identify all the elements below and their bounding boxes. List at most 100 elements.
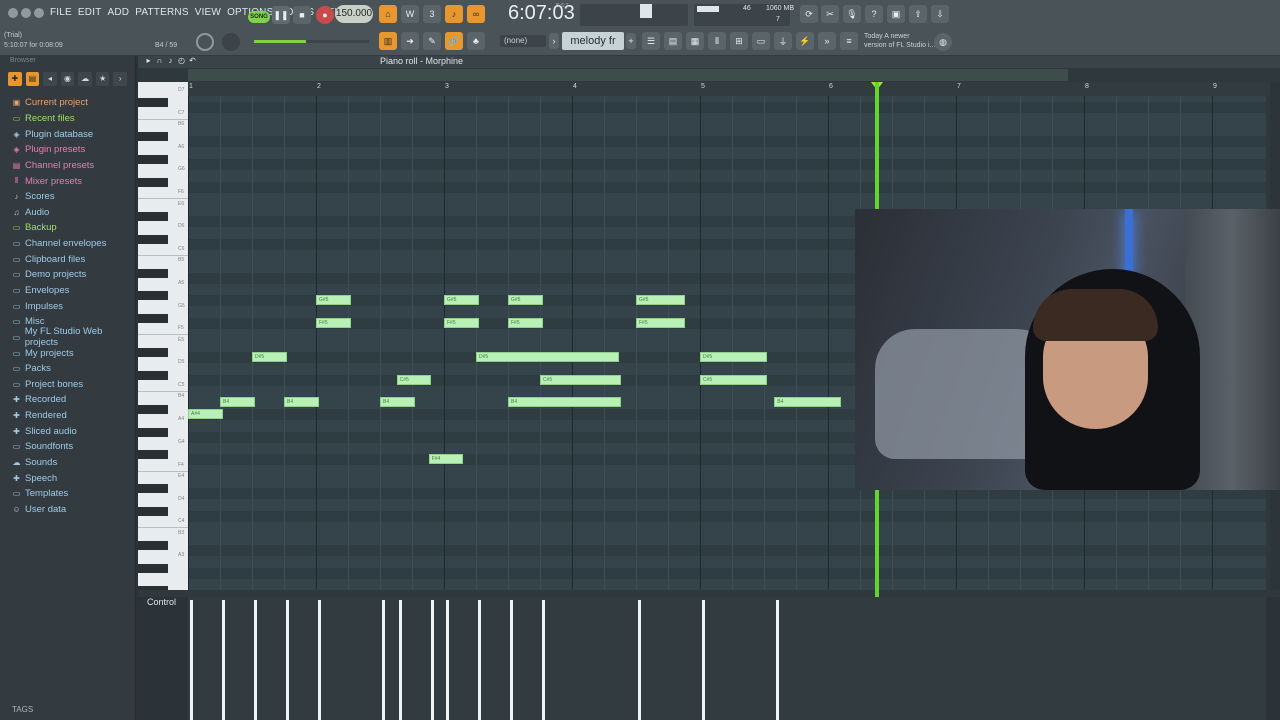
browser-plugin-icon[interactable]: ◉ xyxy=(60,72,75,86)
black-key[interactable] xyxy=(138,132,168,142)
master-volume-slider[interactable] xyxy=(640,4,652,18)
midi-note[interactable]: B4 xyxy=(284,397,319,408)
tempo-display[interactable]: 150.000 xyxy=(335,5,373,23)
browser-item[interactable]: ▭ Recent files xyxy=(12,111,135,127)
mixer-icon[interactable]: ▤ xyxy=(664,32,682,50)
black-key[interactable] xyxy=(138,404,168,414)
main-pitch-knob-icon[interactable] xyxy=(196,33,214,51)
bar-number[interactable]: 9 xyxy=(1213,83,1217,90)
bar-number[interactable]: 8 xyxy=(1085,83,1089,90)
browser-item[interactable]: ◈ Plugin presets xyxy=(12,142,135,158)
channel-rack-icon[interactable]: ▦ xyxy=(686,32,704,50)
menu-view[interactable]: VIEW xyxy=(195,7,221,18)
browser-item[interactable]: ▭ Channel envelopes xyxy=(12,236,135,252)
black-key[interactable] xyxy=(138,348,168,358)
browser-item[interactable]: ✚ Sliced audio xyxy=(12,423,135,439)
browser-files-icon[interactable]: ▤ xyxy=(25,72,40,86)
velocity-bar[interactable] xyxy=(638,600,641,720)
browser-all-icon[interactable]: ✚ xyxy=(8,72,22,86)
browser-item[interactable]: ▭ Backup xyxy=(12,220,135,236)
song-mode-toggle[interactable]: SONG xyxy=(248,11,270,23)
download-icon[interactable]: ⇩ xyxy=(931,5,949,23)
midi-note[interactable]: B4 xyxy=(220,397,255,408)
countdown-icon[interactable]: 3 xyxy=(423,5,441,23)
midi-note[interactable]: G#5 xyxy=(636,295,685,306)
browser-item[interactable]: ✚ Speech xyxy=(12,470,135,486)
add-pattern-icon[interactable]: + xyxy=(626,33,636,49)
browser-item[interactable]: ▭ Packs xyxy=(12,361,135,377)
save-icon[interactable]: ▣ xyxy=(887,5,905,23)
pause-icon[interactable]: ❚❚ xyxy=(272,6,290,24)
menu-file[interactable]: FILE xyxy=(50,7,72,18)
bar-number[interactable]: 2 xyxy=(317,83,321,90)
midi-note[interactable]: F#5 xyxy=(508,318,543,328)
black-key[interactable] xyxy=(138,586,168,590)
tags-label[interactable]: TAGS xyxy=(12,705,33,714)
browser-star-icon[interactable]: ★ xyxy=(95,72,110,86)
velocity-bar[interactable] xyxy=(776,600,780,720)
browser-item[interactable]: ⫴ Mixer presets xyxy=(12,173,135,189)
bar-number[interactable]: 1 xyxy=(189,83,193,90)
stop-icon[interactable]: ■ xyxy=(293,6,311,24)
plug-icon[interactable]: ⏚ xyxy=(774,32,792,50)
black-key[interactable] xyxy=(138,314,168,323)
news-icon[interactable]: ≡ xyxy=(840,32,858,50)
step-edit-icon[interactable]: ♪ xyxy=(445,5,463,23)
piano-roll-icon[interactable]: ▥ xyxy=(379,32,397,50)
velocity-bar[interactable] xyxy=(542,600,545,720)
link-icon[interactable]: 🔗 xyxy=(445,32,463,50)
velocity-bar[interactable] xyxy=(254,600,257,720)
browser-item[interactable]: ◈ Plugin database xyxy=(12,126,135,142)
pattern-selector[interactable]: (none) xyxy=(500,35,546,47)
midi-note[interactable]: B4 xyxy=(380,397,415,408)
browser-item[interactable]: ▭ Templates xyxy=(12,486,135,502)
midi-note[interactable]: F#4 xyxy=(428,454,464,465)
black-key[interactable] xyxy=(138,484,168,494)
sliders-icon[interactable]: ⫴ xyxy=(708,32,726,50)
browser-item[interactable]: ▭ Impulses xyxy=(12,298,135,314)
black-key[interactable] xyxy=(138,155,168,165)
black-key[interactable] xyxy=(138,450,168,460)
tree-icon[interactable]: ⊞ xyxy=(730,32,748,50)
pencil-icon[interactable]: ✎ xyxy=(423,32,441,50)
browser-item[interactable]: ▤ Channel presets xyxy=(12,158,135,174)
midi-note[interactable]: G#5 xyxy=(508,295,543,306)
black-key[interactable] xyxy=(138,291,168,301)
black-key[interactable] xyxy=(138,211,168,221)
bar-number[interactable]: 6 xyxy=(829,83,833,90)
black-key[interactable] xyxy=(138,541,168,550)
velocity-bar[interactable] xyxy=(190,600,193,720)
black-key[interactable] xyxy=(138,427,168,437)
control-label[interactable]: Control xyxy=(147,597,176,607)
export-icon[interactable]: ⇪ xyxy=(909,5,927,23)
wand-icon[interactable]: ⚡ xyxy=(796,32,814,50)
cut-icon[interactable]: ✂ xyxy=(821,5,839,23)
black-key[interactable] xyxy=(138,98,168,108)
prev-arrow-icon[interactable]: › xyxy=(549,33,559,49)
window-dot-icon[interactable] xyxy=(34,8,44,18)
stamp-icon[interactable]: ♣ xyxy=(467,32,485,50)
refresh-icon[interactable]: ⟳ xyxy=(800,5,818,23)
browser-cloud-icon[interactable]: ☁ xyxy=(78,72,92,86)
midi-note[interactable]: D#5 xyxy=(252,352,287,363)
black-key[interactable] xyxy=(138,268,168,278)
velocity-bar[interactable] xyxy=(430,600,434,720)
menu-edit[interactable]: EDIT xyxy=(78,7,102,18)
piano-keyboard[interactable]: D7 C7 B6 A6 G6 F6 E6 D6 C6 B5 A5 G5 F5 E5 D5 C5 B4 A4 G4 F4… xyxy=(138,82,188,590)
browser-item[interactable]: ✚ Recorded xyxy=(12,392,135,408)
browser-item[interactable]: ▭ Soundfonts xyxy=(12,439,135,455)
window-dot-icon[interactable] xyxy=(21,8,31,18)
black-key[interactable] xyxy=(138,234,168,244)
velocity-bar[interactable] xyxy=(382,600,385,720)
time-scrollbar[interactable] xyxy=(188,69,1068,81)
velocity-bar[interactable] xyxy=(702,600,705,720)
channel-selector[interactable]: melody fr xyxy=(562,32,624,50)
menu-add[interactable]: ADD xyxy=(108,7,130,18)
news-panel[interactable]: Today A newer version of FL Studio i... xyxy=(864,32,935,50)
play-icon[interactable]: ▸ xyxy=(144,56,153,66)
main-volume-knob-icon[interactable] xyxy=(222,33,240,51)
arrow-icon[interactable]: ➜ xyxy=(401,32,419,50)
midi-note[interactable]: F#5 xyxy=(636,318,685,328)
undo-icon[interactable]: ↶ xyxy=(188,56,197,66)
magnet-icon[interactable]: ∩ xyxy=(155,56,164,66)
